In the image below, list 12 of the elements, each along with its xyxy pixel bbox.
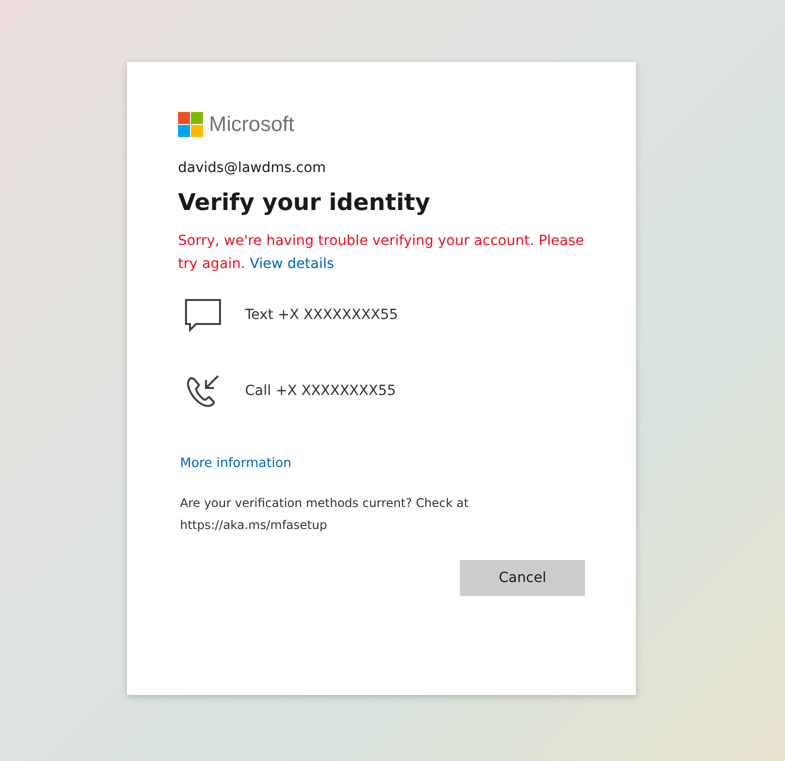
- method-option[interactable]: Call +X XXXXXXXX55: [245, 383, 396, 399]
- page-title: Verify your identity: [178, 190, 432, 216]
- view-details-link[interactable]: View details: [250, 256, 334, 272]
- cancel-button[interactable]: Cancel: [460, 560, 585, 596]
- verification-note: Are your verification methods current? Check at https://aka.ms/mfasetup: [179, 495, 470, 534]
- logo-text: Microsoft: [209, 112, 294, 136]
- more-information-link[interactable]: More information: [180, 456, 292, 471]
- message-icon: [184, 298, 222, 332]
- error-message: Sorry, we're having trouble verifying your account. Please try again. View details: [178, 232, 585, 274]
- logo-icon: [178, 112, 203, 137]
- account-email: davids@lawdms.com: [178, 160, 327, 176]
- method-option[interactable]: Text +X XXXXXXXX55: [245, 307, 398, 323]
